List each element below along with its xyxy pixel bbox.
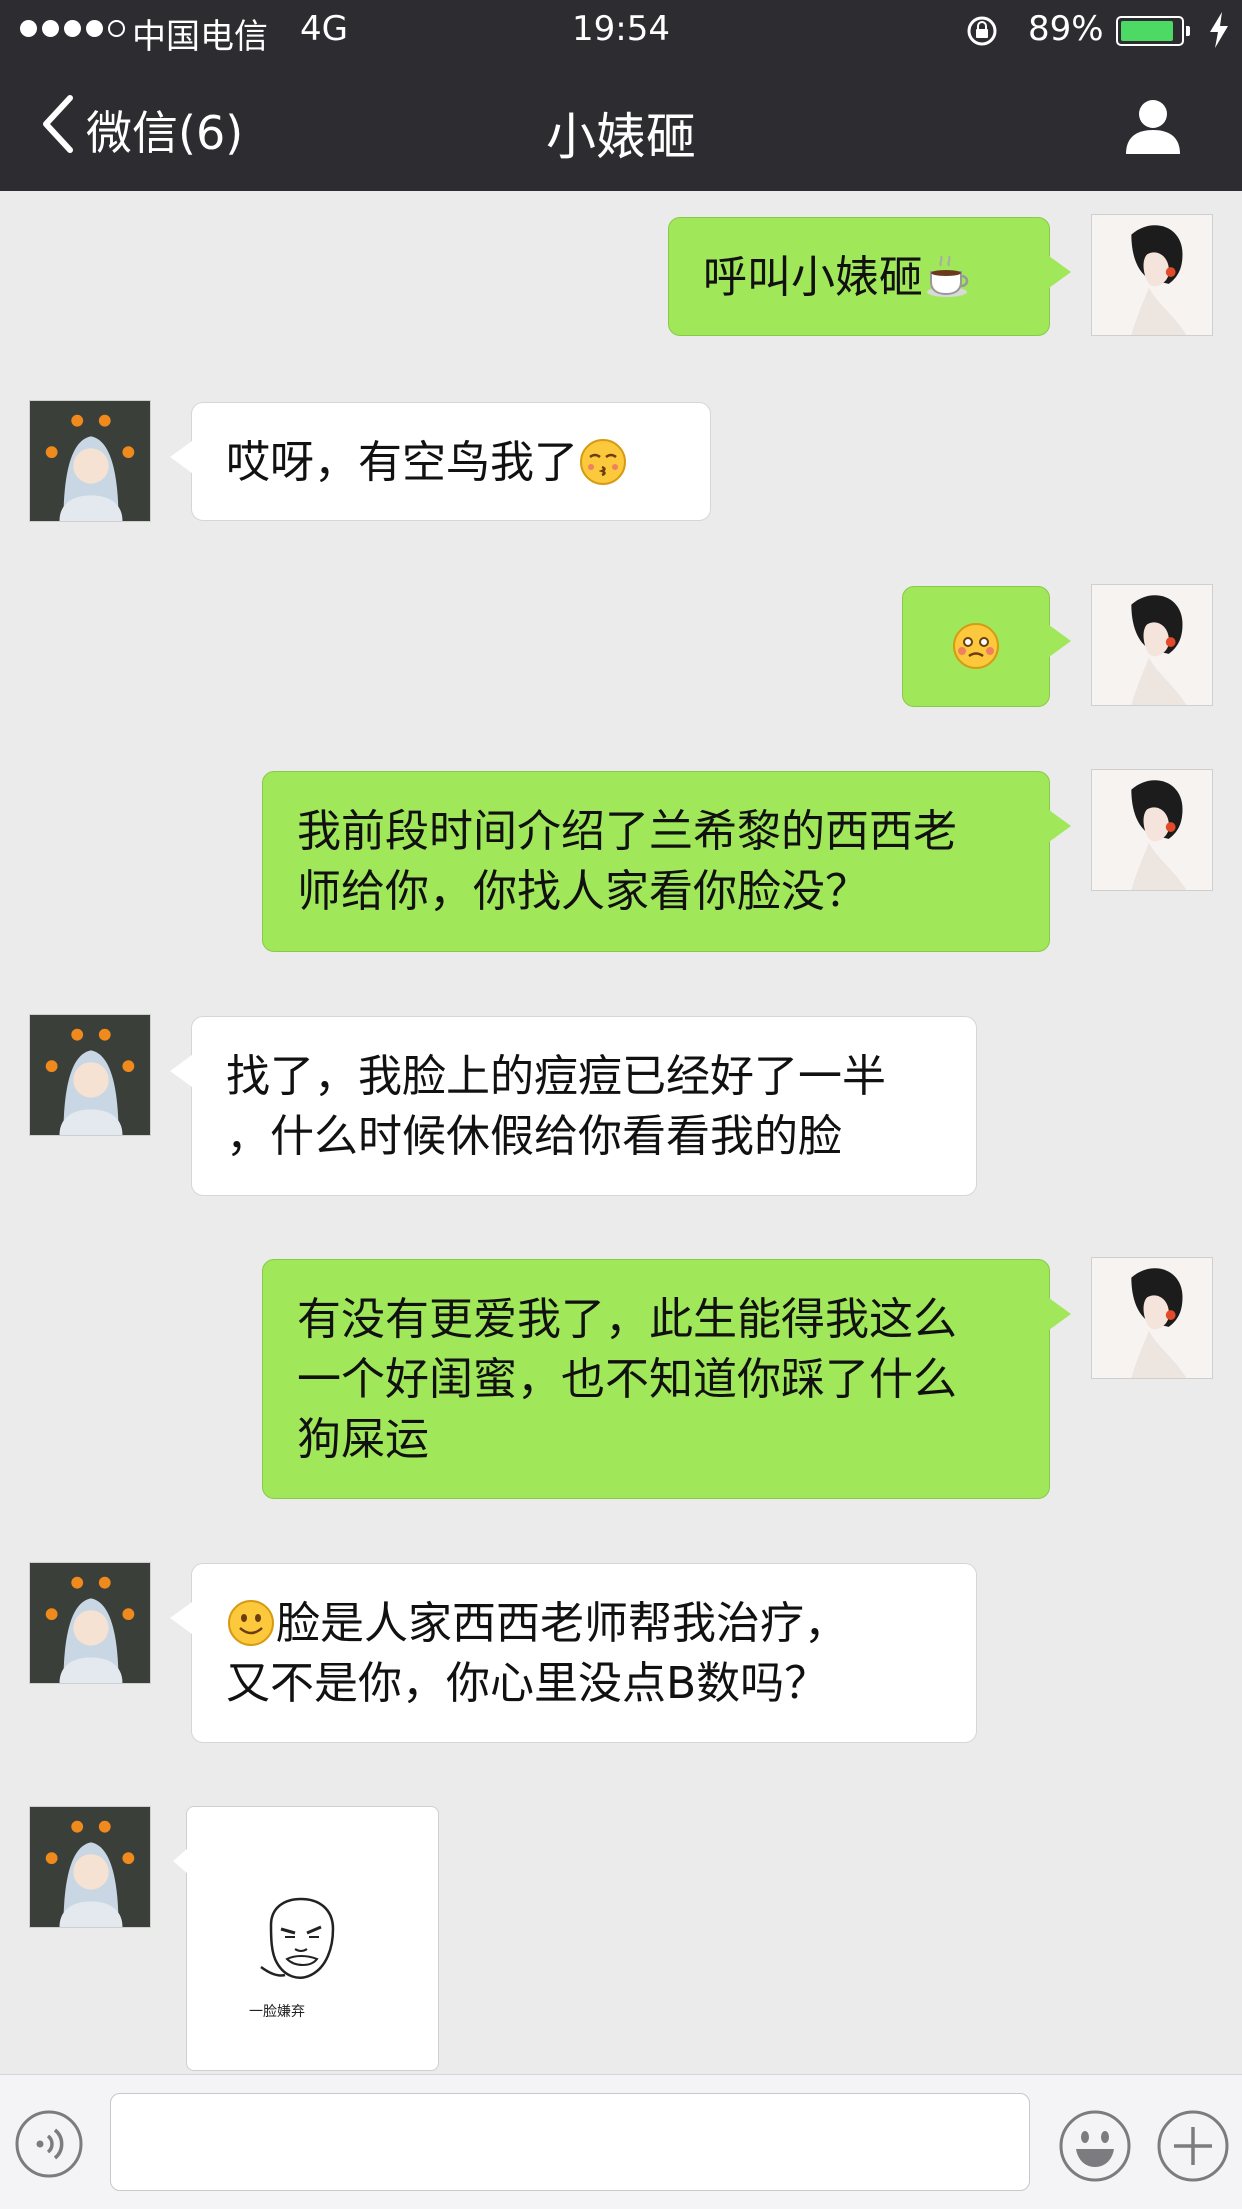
message-text-line: 找了，我脸上的痘痘已经好了一半 <box>226 1051 886 1102</box>
meme-face-icon <box>260 1897 335 1979</box>
contact-avatar[interactable] <box>29 1806 151 1928</box>
smiling-face-icon <box>226 1598 276 1648</box>
input-bar <box>0 2074 1242 2209</box>
message-bubble-received[interactable]: 找了，我脸上的痘痘已经好了一半 ，什么时候休假给你看看我的脸 <box>170 1016 977 1196</box>
emoji-icon[interactable] <box>1058 2109 1132 2183</box>
message-text-line: 有没有更爱我了，此生能得我这么 <box>297 1294 957 1345</box>
voice-icon[interactable] <box>14 2109 84 2179</box>
chat-title: 小婊砸 <box>546 108 696 166</box>
contact-avatar[interactable] <box>29 1562 151 1684</box>
contact-avatar[interactable] <box>29 400 151 522</box>
top-bar: 中国电信 4G 19:54 89% 微信(6) 小婊砸 <box>0 0 1242 191</box>
message-text: 呼叫小婊砸 <box>703 252 923 303</box>
message-text-line: 狗屎运 <box>297 1414 429 1465</box>
my-avatar[interactable] <box>1091 1257 1213 1379</box>
message-bubble-sent[interactable]: 呼叫小婊砸 <box>668 217 1071 336</box>
message-text-line: 我前段时间介绍了兰希黎的西西老 <box>297 806 957 857</box>
charging-icon <box>1210 12 1228 48</box>
rotation-lock-icon <box>967 16 997 46</box>
message-text-line: 脸是人家西西老师帮我治疗， <box>226 1594 942 1654</box>
my-avatar[interactable] <box>1091 769 1213 891</box>
message-bubble-received[interactable]: 哎呀，有空鸟我了 <box>170 402 711 521</box>
message-input[interactable] <box>110 2093 1030 2191</box>
contact-profile-icon[interactable] <box>1122 96 1184 156</box>
sticker-caption: 一脸嫌弃 <box>249 2004 305 2020</box>
message-text-line: 又不是你，你心里没点B数吗？ <box>226 1658 829 1709</box>
message-bubble-received[interactable]: 脸是人家西西老师帮我治疗， 又不是你，你心里没点B数吗？ <box>170 1563 977 1743</box>
sticker-message[interactable]: 一脸嫌弃 <box>173 1806 439 2071</box>
plus-icon[interactable] <box>1156 2109 1230 2183</box>
message-text-line: ，什么时候休假给你看看我的脸 <box>226 1111 842 1162</box>
coffee-icon <box>923 252 973 302</box>
contact-avatar[interactable] <box>29 1014 151 1136</box>
battery-fill <box>1121 21 1173 41</box>
my-avatar[interactable] <box>1091 584 1213 706</box>
message-text: 哎呀，有空鸟我了 <box>226 437 578 488</box>
battery-percent: 89% <box>1028 9 1104 49</box>
message-bubble-sent[interactable]: 我前段时间介绍了兰希黎的西西老 师给你，你找人家看你脸没？ <box>262 771 1071 952</box>
status-bar: 中国电信 4G 19:54 89% <box>0 0 1242 60</box>
battery-icon <box>1116 16 1190 46</box>
my-avatar[interactable] <box>1091 214 1213 336</box>
flushed-face-icon <box>951 621 1001 671</box>
message-text-line: 师给你，你找人家看你脸没？ <box>297 866 869 917</box>
message-text-line: 一个好闺蜜，也不知道你踩了什么 <box>297 1354 957 1405</box>
kissing-face-icon <box>578 437 628 487</box>
message-bubble-sent[interactable] <box>902 586 1071 707</box>
message-bubble-sent[interactable]: 有没有更爱我了，此生能得我这么 一个好闺蜜，也不知道你踩了什么 狗屎运 <box>262 1259 1071 1499</box>
